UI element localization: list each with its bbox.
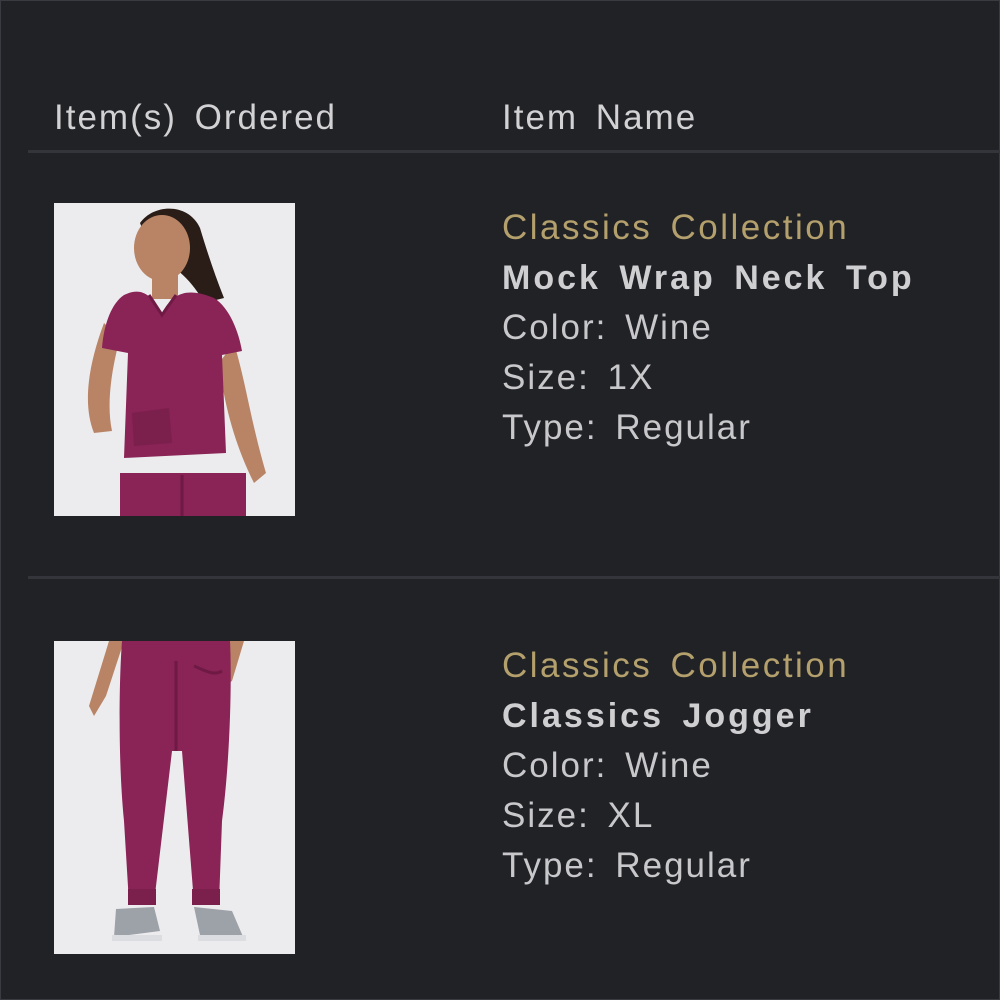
jogger-pants-photo-icon (54, 641, 295, 954)
collection-label: Classics Collection (502, 646, 850, 685)
collection-label: Classics Collection (502, 208, 850, 247)
item-size: Size: XL (502, 796, 655, 835)
item-details-1: Classics Collection Mock Wrap Neck Top C… (502, 208, 915, 448)
item-type: Type: Regular (502, 408, 752, 447)
header-divider (28, 150, 1000, 153)
column-header-items-ordered: Item(s) Ordered (54, 98, 337, 137)
product-image-jogger[interactable] (54, 641, 295, 954)
item-color: Color: Wine (502, 746, 713, 785)
product-image-top[interactable] (54, 203, 295, 516)
column-header-item-name: Item Name (502, 98, 698, 137)
product-name[interactable]: Classics Jogger (502, 696, 849, 736)
item-color: Color: Wine (502, 308, 713, 347)
item-details-2: Classics Collection Classics Jogger Colo… (502, 646, 849, 886)
product-name[interactable]: Mock Wrap Neck Top (502, 258, 915, 298)
item-size: Size: 1X (502, 358, 655, 397)
row-divider (28, 576, 1000, 579)
item-type: Type: Regular (502, 846, 752, 885)
scrub-top-photo-icon (54, 203, 295, 516)
